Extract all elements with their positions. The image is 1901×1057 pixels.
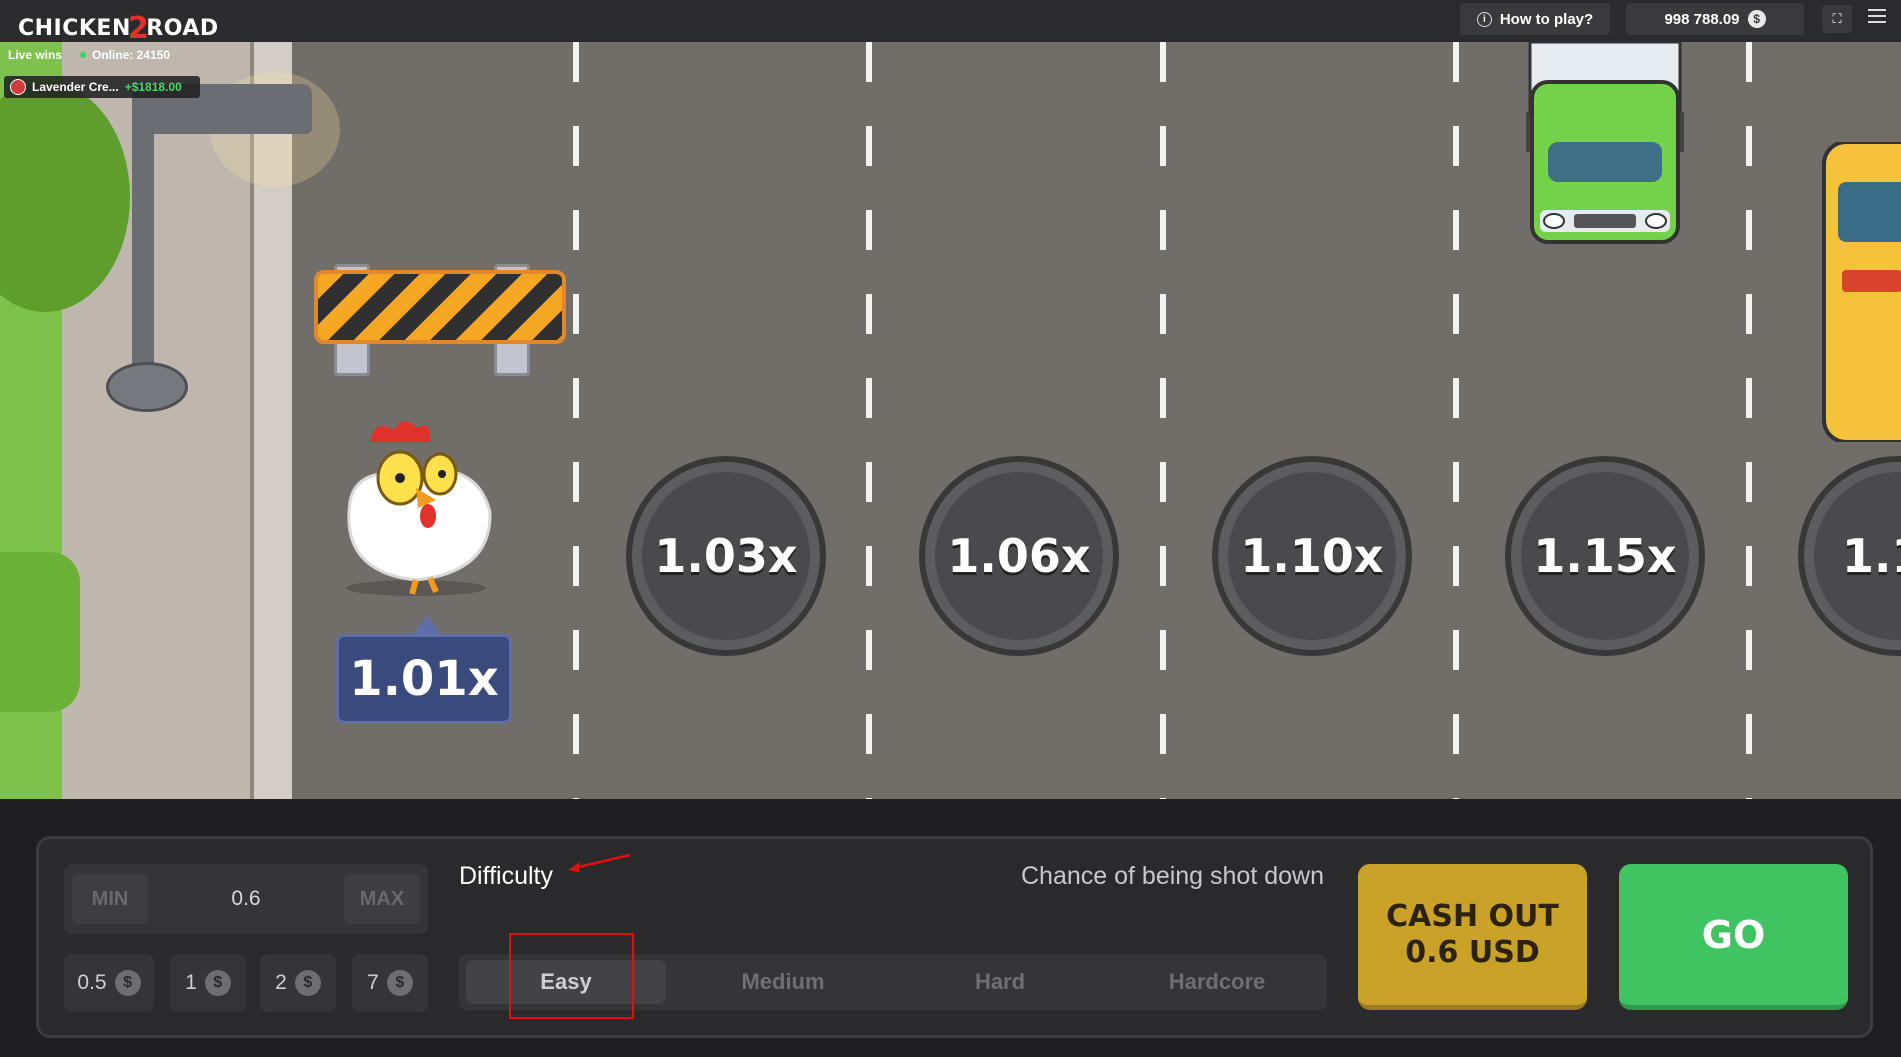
cash-out-amount: 0.6 USD (1405, 934, 1540, 970)
difficulty-hard[interactable]: Hard (900, 960, 1100, 1004)
quick-bet-label: 7 (367, 971, 379, 994)
how-to-play-label: How to play? (1499, 10, 1594, 28)
bush-icon (0, 552, 80, 712)
difficulty-medium[interactable]: Medium (683, 960, 883, 1004)
truck-icon (1526, 42, 1684, 244)
chicken-icon (346, 421, 492, 596)
avatar (10, 79, 26, 95)
dollar-coin-icon: $ (114, 970, 141, 996)
fullscreen-button[interactable]: ⛶ (1822, 5, 1852, 33)
online-dot-icon (80, 52, 86, 58)
dollar-coin-icon: $ (386, 970, 413, 996)
lane-divider (1746, 42, 1752, 799)
road-barrier-icon (314, 270, 566, 344)
annotation-highlight-box (509, 933, 634, 1019)
logo-number: 2 (127, 11, 150, 46)
quick-bet-label: 2 (275, 971, 287, 994)
quick-bet-0-5[interactable]: 0.5 $ (64, 954, 154, 1012)
lane-multiplier-5[interactable]: 1.1 (1798, 456, 1901, 656)
how-to-play-button[interactable]: i How to play? (1460, 3, 1610, 35)
difficulty-hardcore[interactable]: Hardcore (1117, 960, 1317, 1004)
street-lamp-icon (132, 92, 154, 382)
bet-amount-input[interactable]: MIN 0.6 MAX (64, 864, 428, 934)
max-bet-button[interactable]: MAX (344, 874, 420, 924)
online-count: Online: 24150 (92, 48, 171, 62)
min-bet-button[interactable]: MIN (72, 874, 148, 924)
info-icon: i (1476, 11, 1492, 27)
cash-out-label: CASH OUT (1386, 898, 1559, 934)
online-counter: Online: 24150 (80, 48, 170, 62)
go-button[interactable]: GO (1619, 864, 1848, 1010)
top-bar: CHICKEN2ROAD i How to play? 998 788.09 $… (0, 0, 1901, 46)
lane-divider (1453, 42, 1459, 799)
fullscreen-icon: ⛶ (1832, 11, 1842, 26)
menu-button[interactable] (1868, 9, 1886, 25)
chance-label: Chance of being shot down (1021, 862, 1324, 890)
bet-amount-value[interactable]: 0.6 (184, 874, 308, 924)
dollar-coin-icon: $ (1747, 10, 1766, 28)
hamburger-icon (1868, 9, 1886, 11)
balance-value: 998 788.09 (1664, 10, 1740, 28)
lane-divider (1160, 42, 1166, 799)
lane-multiplier-3[interactable]: 1.10x (1212, 456, 1412, 656)
logo-word-road: ROAD (146, 16, 219, 41)
taxi-icon (1822, 142, 1901, 442)
quick-bet-7[interactable]: 7 $ (352, 954, 428, 1012)
quick-bet-label: 0.5 (77, 971, 107, 994)
lane-divider (866, 42, 872, 799)
dollar-coin-icon: $ (204, 970, 231, 996)
logo-word-chicken: CHICKEN (18, 16, 131, 41)
lane-multiplier-2[interactable]: 1.06x (919, 456, 1119, 656)
balance-display: 998 788.09 $ (1626, 3, 1804, 35)
lane-multiplier-1[interactable]: 1.03x (626, 456, 826, 656)
win-player-name: Lavender Cre... (32, 80, 119, 94)
difficulty-label: Difficulty (459, 862, 554, 890)
live-win-entry: Lavender Cre... +$1818.00 (4, 76, 200, 98)
lane-multiplier-4[interactable]: 1.15x (1505, 456, 1705, 656)
dollar-coin-icon: $ (294, 970, 321, 996)
quick-bet-2[interactable]: 2 $ (260, 954, 336, 1012)
quick-bet-1[interactable]: 1 $ (170, 954, 246, 1012)
annotation-arrow-icon (568, 853, 631, 872)
current-multiplier-badge: 1.01x (336, 615, 512, 724)
quick-bet-label: 1 (185, 971, 197, 994)
game-logo: CHICKEN2ROAD (18, 8, 219, 46)
lane-divider (573, 42, 579, 799)
cash-out-button[interactable]: CASH OUT 0.6 USD (1358, 864, 1587, 1010)
live-wins-label: Live wins (8, 48, 63, 62)
street-lamp-base (106, 362, 188, 412)
win-amount: +$1818.00 (124, 80, 182, 94)
game-field: 1.01x 1.03x 1.06x 1.10x 1.15x 1.1 (0, 42, 1901, 799)
